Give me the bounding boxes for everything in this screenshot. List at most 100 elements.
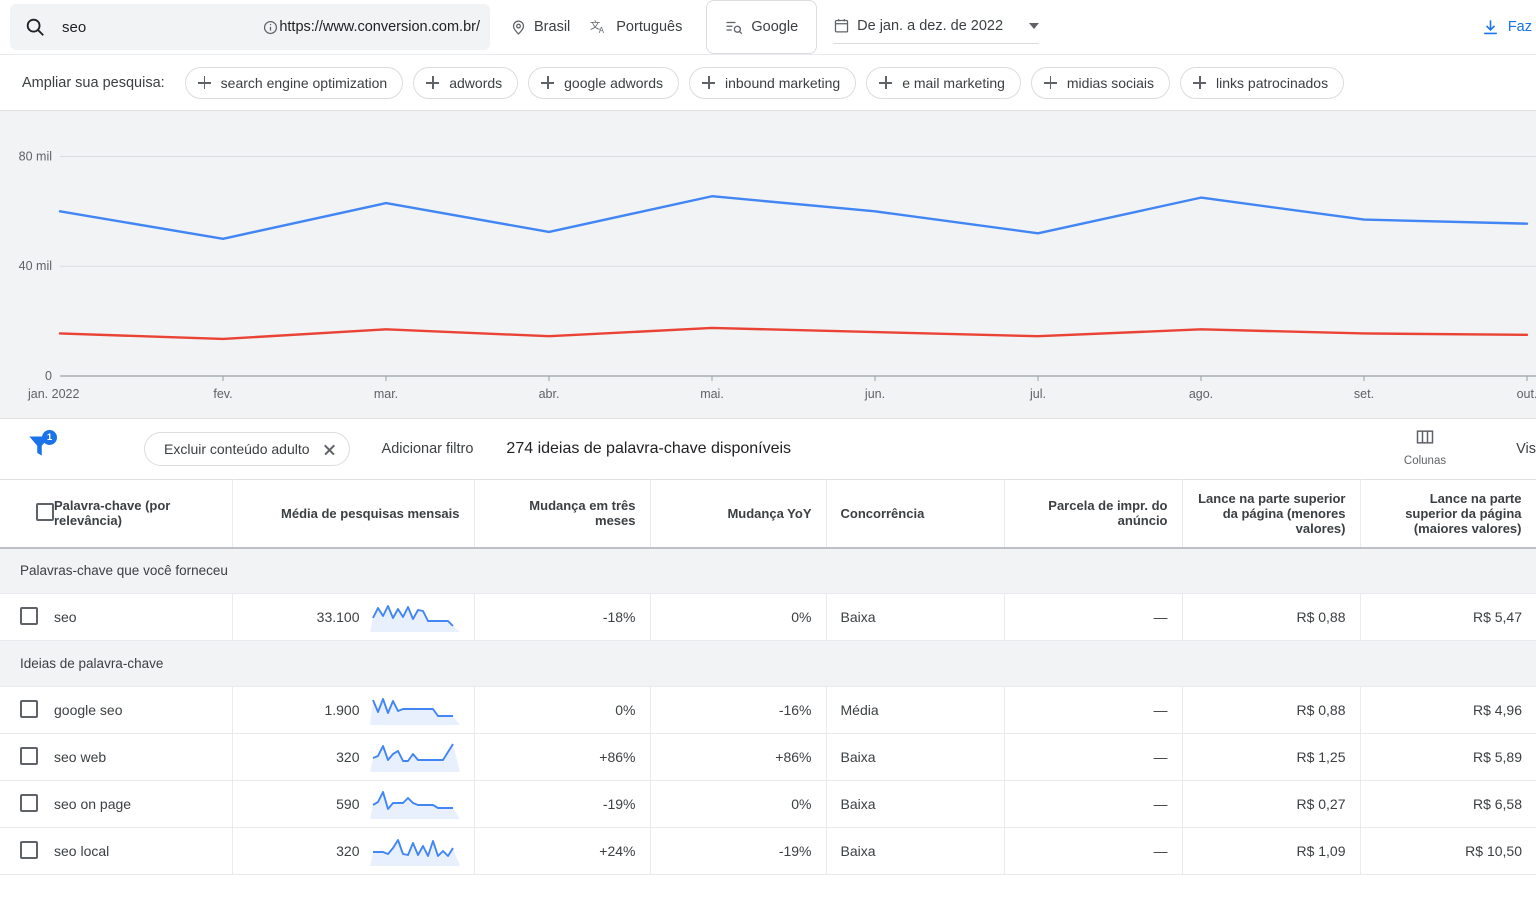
download-button[interactable]: Faz <box>1481 18 1536 37</box>
sparkline-chart <box>369 791 460 819</box>
chart-canvas: 0 40 mil 80 mil jan. 2022 fev. mar. abr. mai. ju… <box>19 149 1536 401</box>
cell-yoy-change: 0% <box>650 780 827 828</box>
row-checkbox[interactable] <box>20 699 38 718</box>
filter-funnel-button[interactable]: 1 <box>26 430 60 466</box>
search-input[interactable]: seo https://www.conversion.com.br/ <box>10 4 490 50</box>
sparkline-chart <box>369 743 460 772</box>
chart-x-tick-label: ago. <box>1189 387 1213 401</box>
row-select-cell[interactable] <box>0 780 54 828</box>
row-checkbox[interactable] <box>20 746 38 765</box>
chart-y-tick-label: 40 mil <box>19 259 52 273</box>
sparkline-chart <box>369 605 460 632</box>
avg-searches-value: 1.900 <box>324 702 360 718</box>
cell-competition: Média <box>826 686 1005 734</box>
row-checkbox[interactable] <box>20 606 38 625</box>
column-header-keyword[interactable]: Palavra-chave (por relevância) <box>54 479 233 549</box>
view-button[interactable]: Vis <box>1516 441 1536 457</box>
chevron-down-icon[interactable] <box>1029 22 1040 29</box>
cell-avg-monthly-searches: 320 <box>232 827 475 875</box>
cell-top-bid-low: R$ 1,09 <box>1182 827 1361 875</box>
plus-icon <box>541 76 555 89</box>
row-checkbox[interactable] <box>20 793 38 812</box>
plus-icon <box>1043 76 1057 89</box>
active-filter-label: Excluir conteúdo adulto <box>164 441 310 457</box>
column-header-yoy-change[interactable]: Mudança YoY <box>650 479 827 549</box>
date-range-selector[interactable]: De jan. a dez. de 2022 <box>833 10 1040 44</box>
expand-chip[interactable]: links patrocinados <box>1180 66 1345 99</box>
date-range-label: De jan. a dez. de 2022 <box>857 17 1004 34</box>
close-icon[interactable] <box>323 443 336 456</box>
column-header-ad-impression-share[interactable]: Parcela de impr. do anúncio <box>1004 479 1183 549</box>
cell-three-month-change: 0% <box>474 686 651 734</box>
cell-avg-monthly-searches: 320 <box>232 733 475 781</box>
chart-x-tick-label: fev. <box>213 387 232 401</box>
column-header-top-bid-high[interactable]: Lance na parte superior da página (maior… <box>1360 479 1536 549</box>
table-row[interactable]: seo 33.100 -18% 0% Baixa — R$ 0,88 R$ 5,47 <box>0 593 1536 641</box>
search-icon <box>24 16 46 38</box>
column-header-avg-searches[interactable]: Média de pesquisas mensais <box>232 479 475 549</box>
row-select-cell[interactable] <box>0 827 54 875</box>
cell-ad-impression-share: — <box>1004 686 1183 734</box>
expand-chip-label: inbound marketing <box>725 74 841 91</box>
cell-keyword: google seo <box>54 686 233 734</box>
column-header-competition[interactable]: Concorrência <box>826 479 1005 549</box>
sparkline-chart <box>369 839 460 866</box>
expand-chip[interactable]: google adwords <box>528 66 679 99</box>
cell-avg-monthly-searches: 33.100 <box>232 593 475 641</box>
cell-avg-monthly-searches: 590 <box>232 780 475 828</box>
cell-yoy-change: 0% <box>650 593 827 641</box>
expand-chip[interactable]: midias sociais <box>1030 66 1171 99</box>
cell-top-bid-low: R$ 0,88 <box>1182 686 1361 734</box>
columns-button[interactable]: Colunas <box>1390 427 1460 467</box>
cell-avg-monthly-searches: 1.900 <box>232 686 475 734</box>
language-label: Português <box>616 19 683 35</box>
row-select-cell[interactable] <box>0 686 54 734</box>
expand-chip[interactable]: search engine optimization <box>184 66 404 99</box>
table-group-header-row: Ideias de palavra-chave <box>0 640 1536 687</box>
expand-chip-label: midias sociais <box>1066 74 1155 91</box>
cell-ad-impression-share: — <box>1004 827 1183 875</box>
row-select-cell[interactable] <box>0 593 54 641</box>
keyword-ideas-table: Palavra-chave (por relevância) Média de … <box>0 479 1536 875</box>
active-filter-chip[interactable]: Excluir conteúdo adulto <box>144 432 350 466</box>
chart-series-line <box>58 195 1529 240</box>
table-group-label: Palavras-chave que você forneceu <box>0 547 1536 594</box>
cell-keyword: seo on page <box>54 780 233 828</box>
plus-icon <box>1193 76 1207 89</box>
info-icon <box>263 20 278 35</box>
add-filter-button[interactable]: Adicionar filtro <box>382 441 474 457</box>
chart-x-tick-label: out. <box>1517 387 1536 401</box>
table-header-row: Palavra-chave (por relevância) Média de … <box>0 479 1536 549</box>
select-all-header[interactable] <box>0 479 54 549</box>
download-label: Faz <box>1507 19 1532 35</box>
cell-yoy-change: -16% <box>650 686 827 734</box>
landing-page-url[interactable]: https://www.conversion.com.br/ <box>263 19 480 35</box>
expand-chip-label: google adwords <box>564 74 663 91</box>
network-selector[interactable]: Google <box>706 0 818 54</box>
cell-three-month-change: -18% <box>474 593 651 641</box>
select-all-checkbox[interactable] <box>36 502 54 521</box>
row-checkbox[interactable] <box>20 840 38 859</box>
search-volume-chart: 0 40 mil 80 mil jan. 2022 fev. mar. abr. mai. ju… <box>0 111 1536 419</box>
language-selector[interactable]: 文 A Português <box>580 0 692 54</box>
chart-x-tick-label: jul. <box>1029 387 1046 401</box>
location-selector[interactable]: Brasil <box>500 0 580 54</box>
cell-three-month-change: -19% <box>474 780 651 828</box>
chart-x-tick-label: jun. <box>864 387 885 401</box>
expand-chip[interactable]: inbound marketing <box>689 66 857 99</box>
chart-y-tick-label: 0 <box>45 369 52 383</box>
chart-series-line <box>58 326 1529 341</box>
plus-icon <box>426 76 440 89</box>
column-header-three-month-change[interactable]: Mudança em três meses <box>474 479 651 549</box>
row-select-cell[interactable] <box>0 733 54 781</box>
table-row[interactable]: seo web 320 +86% +86% Baixa — R$ 1,25 R$ 5,89 <box>0 733 1536 781</box>
table-row[interactable]: google seo 1.900 0% -16% Média — R$ 0,88 R$ 4,9… <box>0 686 1536 734</box>
table-group-header-row: Palavras-chave que você forneceu <box>0 547 1536 594</box>
expand-chip[interactable]: e mail marketing <box>866 66 1021 99</box>
column-header-top-bid-low[interactable]: Lance na parte superior da página (menor… <box>1182 479 1361 549</box>
table-row[interactable]: seo local 320 +24% -19% Baixa — R$ 1,09 R$ 10,5… <box>0 827 1536 875</box>
table-row[interactable]: seo on page 590 -19% 0% Baixa — R$ 0,27 R$ 6,58 <box>0 780 1536 828</box>
chart-x-tick-label: abr. <box>539 387 560 401</box>
plus-icon <box>197 76 211 89</box>
expand-chip[interactable]: adwords <box>413 66 519 99</box>
